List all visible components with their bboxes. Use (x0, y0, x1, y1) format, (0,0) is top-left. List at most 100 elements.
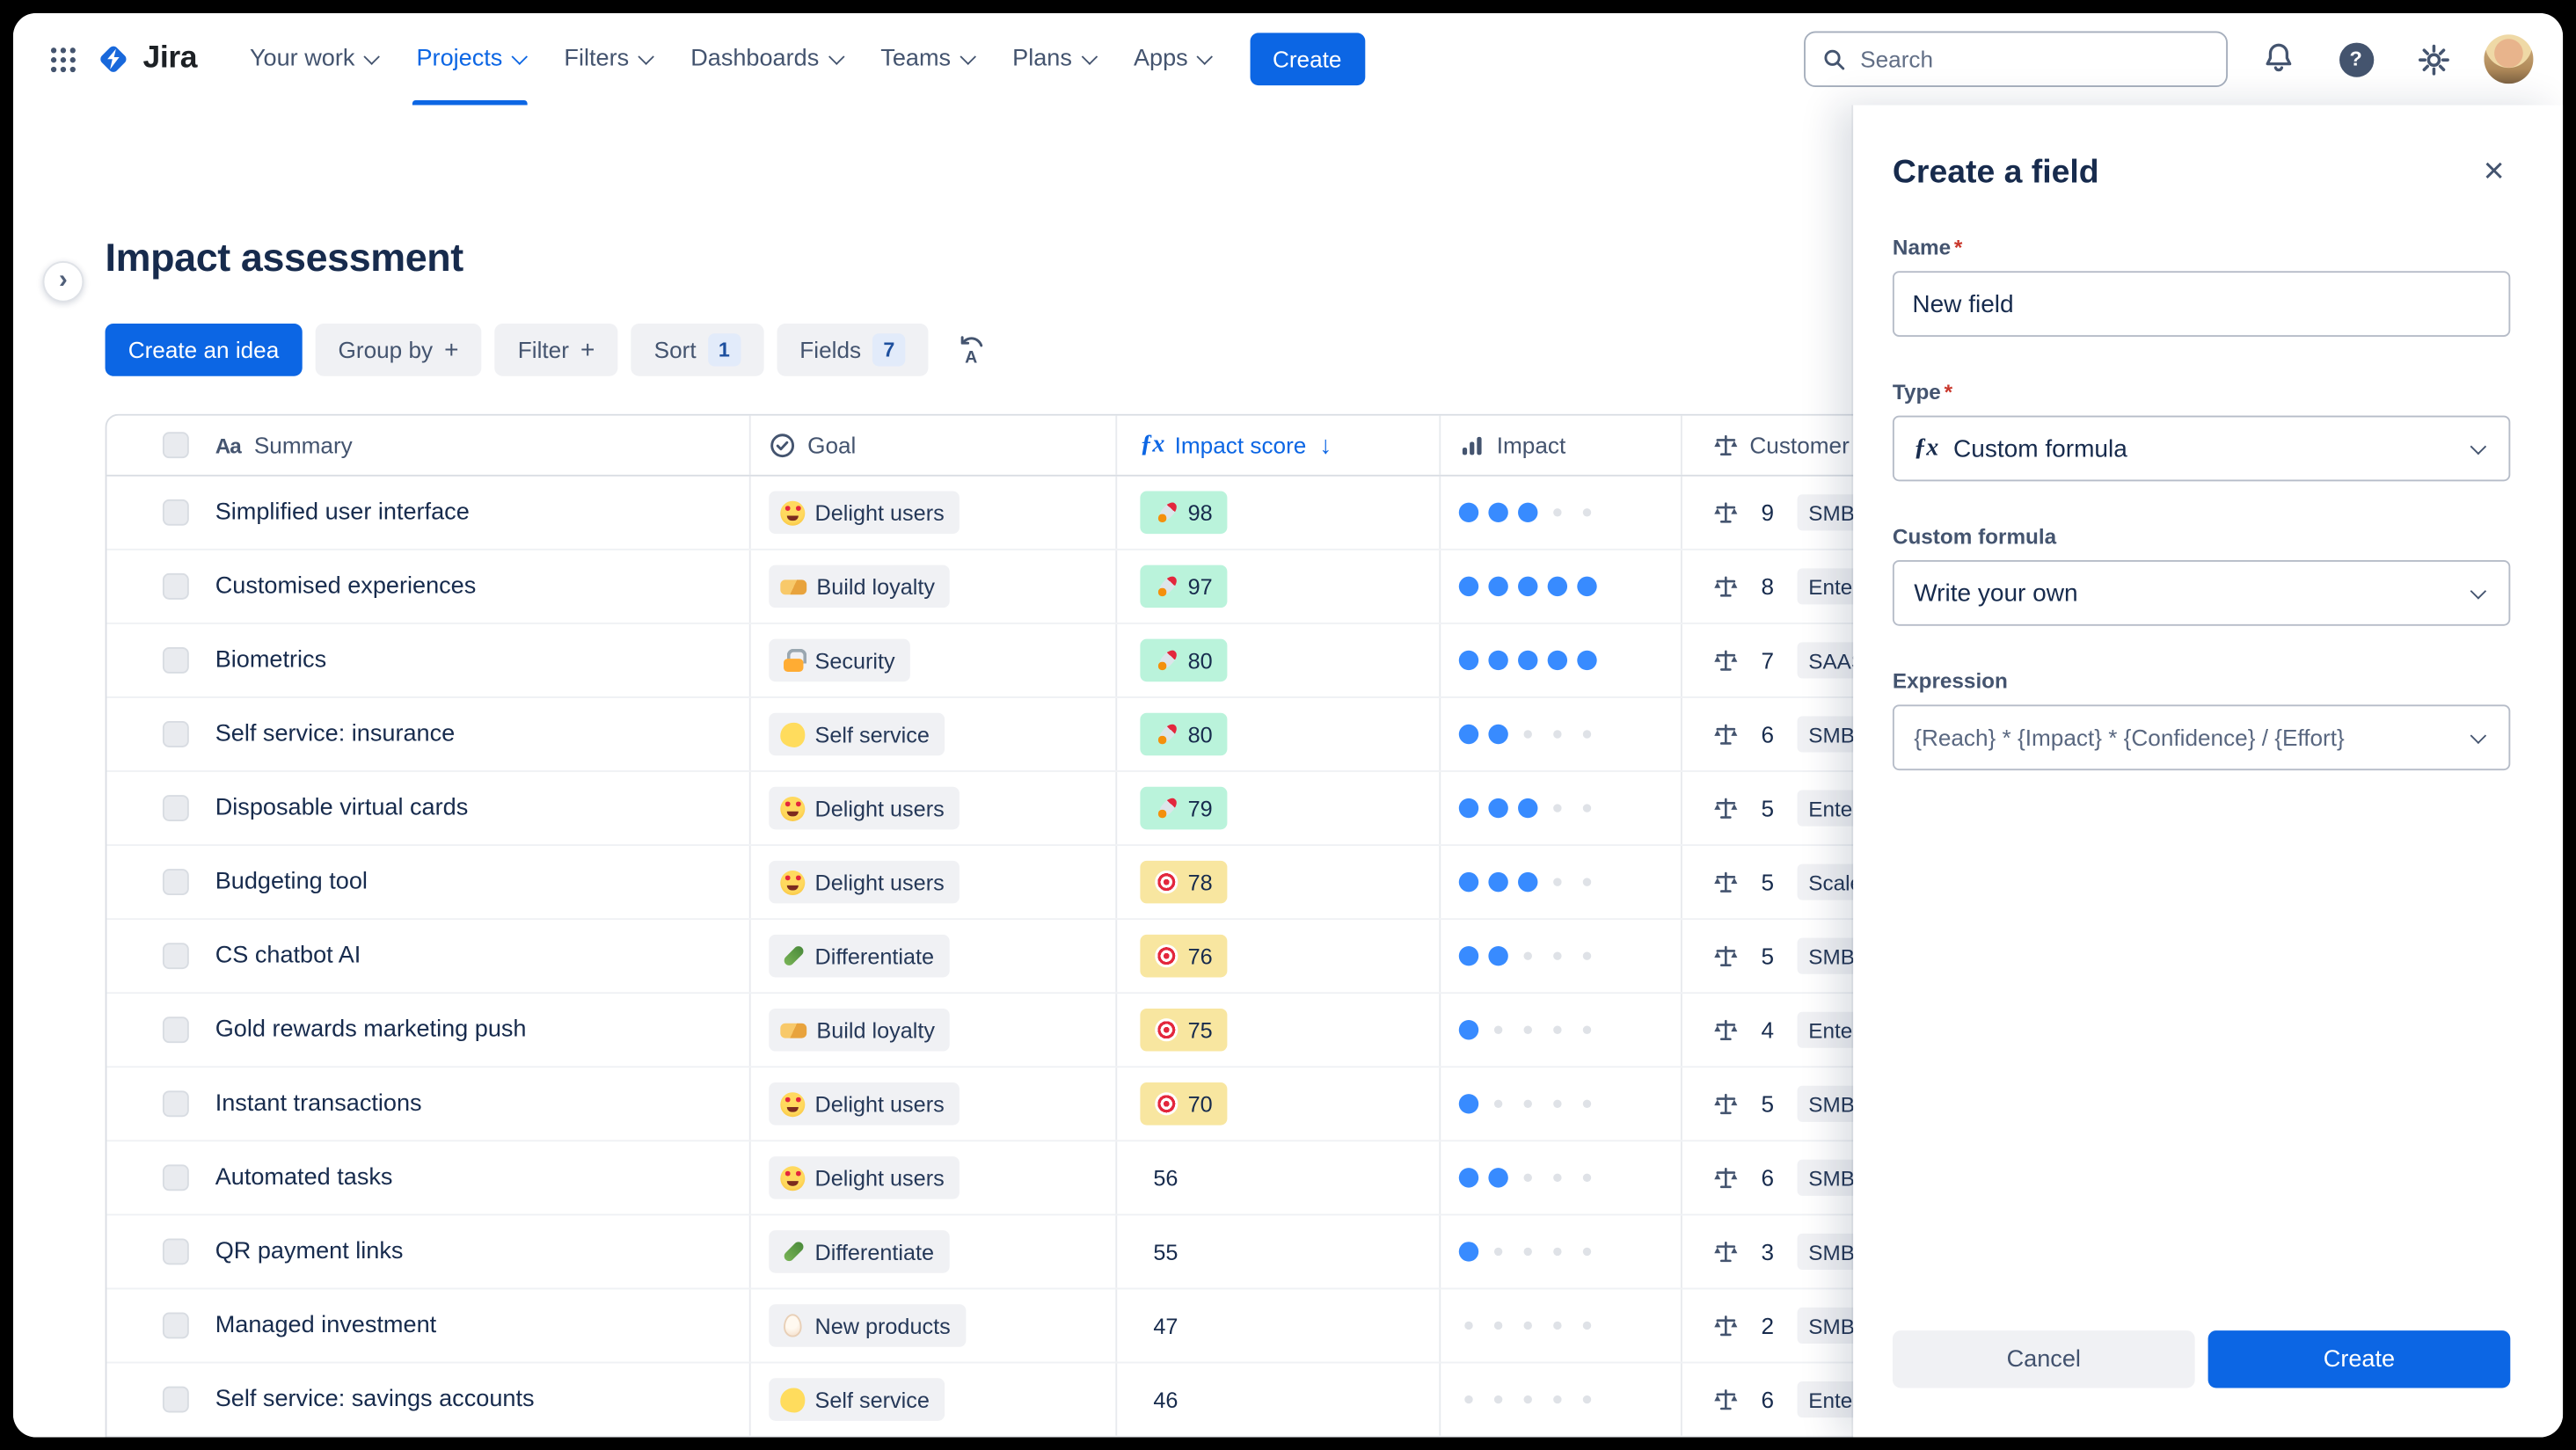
impact-dot-empty[interactable] (1582, 1173, 1592, 1183)
goal-chip[interactable]: Security (769, 638, 910, 682)
impact-dot-filled[interactable] (1488, 798, 1508, 819)
table-row[interactable]: CS chatbot AI Differentiate 76 5 SMB (106, 920, 1924, 995)
impact-dot-filled[interactable] (1488, 871, 1508, 893)
goal-chip[interactable]: New products (769, 1304, 966, 1347)
impact-dot-filled[interactable] (1488, 724, 1508, 745)
impact-score-badge[interactable]: 76 (1140, 934, 1228, 978)
idea-summary[interactable]: Budgeting tool (215, 869, 368, 895)
table-row[interactable]: Disposable virtual cards Delight users 7… (106, 771, 1924, 847)
nav-item-your-work[interactable]: Your work (230, 13, 398, 106)
row-checkbox[interactable] (162, 795, 189, 821)
notifications-button[interactable] (2252, 33, 2305, 85)
impact-dot-filled[interactable] (1458, 650, 1479, 671)
goal-chip[interactable]: Delight users (769, 1082, 960, 1126)
impact-dot-empty[interactable] (1493, 1099, 1503, 1109)
impact-rating[interactable] (1458, 576, 1597, 597)
impact-dot-empty[interactable] (1493, 1025, 1503, 1034)
expand-sidebar-button[interactable]: › (42, 261, 84, 302)
table-row[interactable]: QR payment links Differentiate 55 3 SMB (106, 1215, 1924, 1290)
impact-dot-filled[interactable] (1488, 945, 1508, 966)
goal-chip[interactable]: Self service (769, 1378, 945, 1421)
row-checkbox[interactable] (162, 499, 189, 526)
table-row[interactable]: Customised experiences Build loyalty 97 … (106, 550, 1924, 624)
nav-item-apps[interactable]: Apps (1114, 13, 1230, 106)
impact-dot-filled[interactable] (1577, 650, 1597, 671)
sort-order-button[interactable]: A (942, 324, 1001, 376)
summary-column-header[interactable]: Aa Summary (189, 416, 749, 475)
impact-dot-empty[interactable] (1553, 1321, 1562, 1330)
impact-dot-filled[interactable] (1458, 1094, 1479, 1114)
impact-dot-empty[interactable] (1582, 1247, 1592, 1257)
impact-dot-empty[interactable] (1582, 1099, 1592, 1109)
impact-score-badge[interactable]: 97 (1140, 565, 1228, 608)
impact-score-badge[interactable]: 55 (1140, 1230, 1178, 1273)
close-button[interactable]: × (2470, 148, 2516, 193)
impact-dot-filled[interactable] (1547, 650, 1568, 671)
impact-dot-empty[interactable] (1553, 951, 1562, 960)
idea-summary[interactable]: CS chatbot AI (215, 943, 361, 969)
row-checkbox[interactable] (162, 646, 189, 674)
impact-score-badge[interactable]: 78 (1140, 860, 1228, 904)
impact-dot-filled[interactable] (1518, 798, 1538, 819)
impact-dot-filled[interactable] (1577, 576, 1597, 597)
impact-score-badge[interactable]: 79 (1140, 786, 1228, 830)
impact-score-badge[interactable]: 80 (1140, 712, 1228, 756)
create-idea-button[interactable]: Create an idea (105, 323, 303, 376)
idea-summary[interactable]: Simplified user interface (215, 499, 470, 526)
idea-summary[interactable]: Customised experiences (215, 573, 477, 600)
nav-item-dashboards[interactable]: Dashboards (671, 13, 861, 106)
app-switcher-button[interactable] (36, 33, 89, 85)
impact-rating[interactable] (1459, 1315, 1597, 1335)
impact-column-header[interactable]: Impact (1439, 415, 1681, 475)
goal-chip[interactable]: Differentiate (769, 934, 949, 978)
impact-dot-filled[interactable] (1488, 576, 1508, 597)
impact-rating[interactable] (1458, 502, 1597, 523)
impact-score-column-header[interactable]: ƒx Impact score ↓ (1115, 415, 1439, 475)
name-input[interactable] (1892, 271, 2511, 337)
impact-dot-empty[interactable] (1582, 878, 1592, 886)
impact-rating[interactable] (1458, 1168, 1597, 1188)
impact-dot-filled[interactable] (1458, 502, 1479, 523)
goal-chip[interactable]: Differentiate (769, 1230, 949, 1273)
impact-dot-filled[interactable] (1458, 576, 1479, 597)
impact-dot-empty[interactable] (1553, 1173, 1562, 1183)
table-row[interactable]: Instant transactions Delight users 70 5 … (106, 1067, 1924, 1142)
type-select[interactable]: ƒx Custom formula (1892, 415, 2511, 482)
table-row[interactable]: Budgeting tool Delight users 78 5 Scale (106, 846, 1924, 921)
impact-dot-filled[interactable] (1458, 1168, 1479, 1188)
cancel-button[interactable]: Cancel (1892, 1330, 2195, 1388)
impact-dot-empty[interactable] (1553, 730, 1562, 739)
impact-rating[interactable] (1458, 1020, 1597, 1040)
impact-rating[interactable] (1458, 945, 1597, 966)
impact-dot-filled[interactable] (1488, 1168, 1508, 1188)
impact-dot-empty[interactable] (1553, 1395, 1562, 1404)
goal-chip[interactable]: Delight users (769, 1156, 960, 1199)
impact-dot-empty[interactable] (1464, 1321, 1473, 1330)
impact-dot-empty[interactable] (1582, 804, 1592, 812)
expression-select[interactable]: {Reach} * {Impact} * {Confidence} / {Eff… (1892, 704, 2511, 771)
impact-dot-empty[interactable] (1523, 951, 1532, 960)
table-row[interactable]: Self service: insurance Self service 80 … (106, 697, 1924, 772)
row-checkbox[interactable] (162, 1312, 189, 1339)
impact-dot-empty[interactable] (1582, 508, 1592, 517)
impact-dot-filled[interactable] (1518, 576, 1538, 597)
impact-dot-filled[interactable] (1488, 650, 1508, 671)
impact-dot-empty[interactable] (1523, 1247, 1532, 1257)
impact-dot-empty[interactable] (1523, 1099, 1532, 1109)
search-input[interactable] (1860, 46, 2210, 73)
custom-formula-select[interactable]: Write your own (1892, 559, 2511, 626)
table-row[interactable]: Gold rewards marketing push Build loyalt… (106, 994, 1924, 1068)
row-checkbox[interactable] (162, 572, 189, 600)
idea-summary[interactable]: Biometrics (215, 647, 326, 674)
impact-dot-empty[interactable] (1493, 1321, 1503, 1330)
impact-dot-empty[interactable] (1493, 1395, 1503, 1404)
impact-score-badge[interactable]: 56 (1140, 1156, 1178, 1199)
goal-chip[interactable]: Delight users (769, 786, 960, 830)
sort-button[interactable]: Sort 1 (631, 323, 764, 376)
impact-dot-empty[interactable] (1523, 1173, 1532, 1183)
idea-summary[interactable]: QR payment links (215, 1238, 404, 1264)
impact-dot-empty[interactable] (1464, 1395, 1473, 1404)
impact-dot-empty[interactable] (1553, 1247, 1562, 1257)
impact-rating[interactable] (1458, 798, 1597, 819)
impact-dot-filled[interactable] (1458, 798, 1479, 819)
